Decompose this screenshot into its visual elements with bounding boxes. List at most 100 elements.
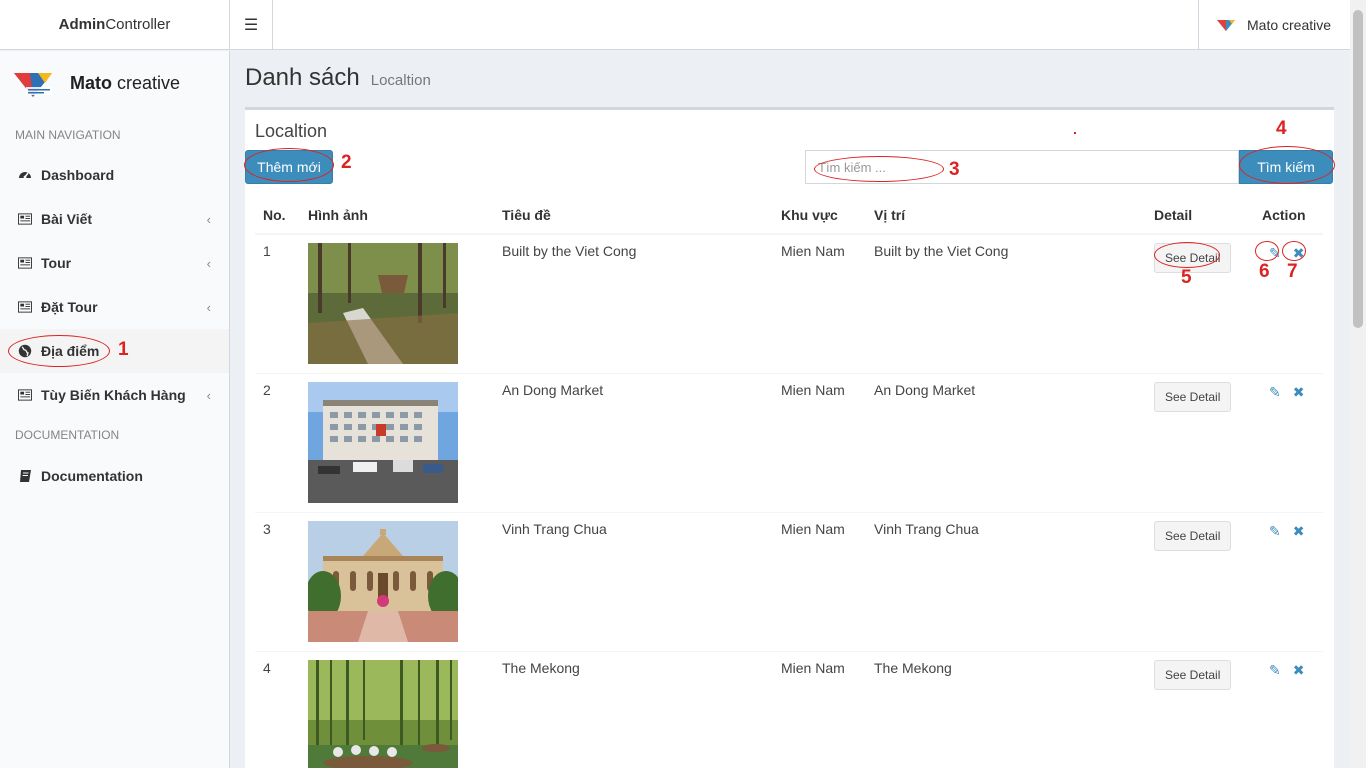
sidebar: Mato creative MAIN NAVIGATION Dashboard … bbox=[0, 51, 230, 768]
page-subtitle: Localtion bbox=[370, 72, 431, 89]
hamburger-icon: ☰ bbox=[243, 17, 259, 34]
sidebar-item-label: Tùy Biến Khách Hàng bbox=[41, 387, 186, 403]
cell-location: Vinh Trang Chua bbox=[866, 511, 1146, 651]
pagoda-photo bbox=[308, 520, 458, 642]
sidebar-item-label: Documentation bbox=[41, 468, 143, 484]
cell-detail: See Detail bbox=[1146, 233, 1254, 373]
add-new-button[interactable]: Thêm mới bbox=[245, 150, 333, 184]
table-row: 3 Vinh Trang Chua Mien Nam Vinh Trang Ch… bbox=[255, 511, 1323, 651]
cell-region: Mien Nam bbox=[773, 511, 866, 651]
sidebar-item-tour[interactable]: Tour ‹ bbox=[0, 241, 229, 285]
delete-x-icon[interactable]: ✖ bbox=[1293, 385, 1305, 399]
documentation-header: DOCUMENTATION bbox=[15, 427, 120, 442]
see-detail-button[interactable]: See Detail bbox=[1154, 659, 1232, 690]
cell-action: ✎ ✖ bbox=[1254, 511, 1323, 651]
scrollbar-thumb[interactable] bbox=[1353, 10, 1363, 328]
content-header: Danh sách Localtion bbox=[245, 64, 431, 92]
newspaper-icon bbox=[18, 388, 32, 402]
cell-image bbox=[300, 650, 494, 768]
sidebar-item-tuy-bien-khach-hang[interactable]: Tùy Biến Khách Hàng ‹ bbox=[0, 373, 229, 417]
see-detail-button[interactable]: See Detail bbox=[1154, 381, 1232, 412]
location-box: Localtion Thêm mới Tìm kiếm ... Tìm kiếm… bbox=[245, 107, 1334, 768]
see-detail-button[interactable]: See Detail bbox=[1154, 243, 1232, 273]
search-input[interactable]: Tìm kiếm ... bbox=[805, 150, 1239, 184]
newspaper-icon bbox=[18, 300, 32, 314]
edit-pencil-icon[interactable]: ✎ bbox=[1269, 524, 1281, 538]
cell-image bbox=[300, 233, 494, 373]
chevron-left-icon: ‹ bbox=[206, 388, 211, 403]
column-header-detail: Detail bbox=[1146, 196, 1254, 235]
column-header-location: Vị trí bbox=[866, 196, 1146, 235]
cell-title: The Mekong bbox=[494, 650, 773, 768]
chevron-left-icon: ‹ bbox=[206, 256, 211, 271]
dashboard-icon bbox=[18, 168, 32, 182]
annotation-dot bbox=[1074, 132, 1076, 134]
cell-region: Mien Nam bbox=[773, 650, 866, 768]
globe-icon bbox=[18, 344, 32, 358]
cell-action: ✎ ✖ bbox=[1254, 233, 1323, 373]
cell-detail: See Detail bbox=[1146, 372, 1254, 512]
sidebar-item-dia-diem[interactable]: Địa điểm bbox=[0, 329, 229, 373]
newspaper-icon bbox=[18, 212, 32, 226]
cell-title: Vinh Trang Chua bbox=[494, 511, 773, 651]
edit-pencil-icon[interactable]: ✎ bbox=[1269, 246, 1281, 260]
brand-logo-icon bbox=[14, 73, 52, 97]
table-header-row: No. Hình ảnh Tiêu đề Khu vực Vị trí Deta… bbox=[255, 196, 1323, 235]
cell-no: 3 bbox=[255, 511, 300, 651]
app-logo[interactable]: Admin Controller bbox=[0, 0, 230, 50]
cell-location: Built by the Viet Cong bbox=[866, 233, 1146, 373]
sidebar-item-dat-tour[interactable]: Đặt Tour ‹ bbox=[0, 285, 229, 329]
cell-region: Mien Nam bbox=[773, 233, 866, 373]
cell-detail: See Detail bbox=[1146, 511, 1254, 651]
sidebar-item-label: Bài Viết bbox=[41, 211, 93, 227]
edit-pencil-icon[interactable]: ✎ bbox=[1269, 385, 1281, 399]
sidebar-item-label: Dashboard bbox=[41, 167, 115, 183]
column-header-title: Tiêu đề bbox=[494, 196, 773, 235]
see-detail-button[interactable]: See Detail bbox=[1154, 520, 1232, 551]
delete-x-icon[interactable]: ✖ bbox=[1293, 524, 1305, 538]
mekong-boat-photo bbox=[308, 659, 458, 768]
forest-trench-photo bbox=[308, 243, 458, 364]
cell-action: ✎ ✖ bbox=[1254, 372, 1323, 512]
book-icon bbox=[18, 469, 32, 483]
main-navigation-header: MAIN NAVIGATION bbox=[15, 128, 121, 142]
column-header-image: Hình ảnh bbox=[300, 196, 494, 235]
logo-rest: Controller bbox=[105, 16, 171, 33]
chevron-left-icon: ‹ bbox=[206, 212, 211, 227]
table-row: 4 The Mekong Mien Nam The Mekong See Det… bbox=[255, 650, 1323, 768]
cell-location: The Mekong bbox=[866, 650, 1146, 768]
sidebar-item-documentation[interactable]: Documentation bbox=[0, 454, 229, 498]
table-row: 1 Built by the Viet Cong Mien Nam Built … bbox=[255, 233, 1323, 373]
edit-pencil-icon[interactable]: ✎ bbox=[1269, 663, 1281, 677]
sidebar-item-bai-viet[interactable]: Bài Viết ‹ bbox=[0, 197, 229, 241]
cell-region: Mien Nam bbox=[773, 372, 866, 512]
cell-action: ✎ ✖ bbox=[1254, 650, 1323, 768]
delete-x-icon[interactable]: ✖ bbox=[1293, 663, 1305, 677]
page-scrollbar[interactable] bbox=[1350, 0, 1366, 768]
column-header-action: Action bbox=[1254, 196, 1323, 235]
top-navbar: ☰ Mato creative bbox=[230, 0, 1350, 50]
cell-no: 4 bbox=[255, 650, 300, 768]
cell-no: 2 bbox=[255, 372, 300, 512]
sidebar-toggle-button[interactable]: ☰ bbox=[230, 0, 273, 50]
search-button[interactable]: Tìm kiếm bbox=[1239, 150, 1333, 184]
logo-bold: Admin bbox=[58, 16, 106, 33]
chevron-left-icon: ‹ bbox=[206, 300, 211, 315]
delete-x-icon[interactable]: ✖ bbox=[1293, 246, 1305, 260]
sidebar-brand: Mato creative bbox=[0, 51, 229, 115]
page-title: Danh sách bbox=[245, 64, 360, 91]
user-menu[interactable]: Mato creative bbox=[1198, 0, 1350, 50]
sidebar-item-label: Tour bbox=[41, 255, 72, 271]
column-header-region: Khu vực bbox=[773, 196, 866, 235]
newspaper-icon bbox=[18, 256, 32, 270]
user-name: Mato creative bbox=[1247, 17, 1332, 33]
brand-diamond-icon bbox=[1217, 20, 1235, 31]
sidebar-item-label: Đặt Tour bbox=[41, 299, 98, 315]
sidebar-item-label: Địa điểm bbox=[41, 343, 100, 359]
cell-location: An Dong Market bbox=[866, 372, 1146, 512]
sidebar-item-dashboard[interactable]: Dashboard bbox=[0, 153, 229, 197]
brand-name: Mato creative bbox=[70, 72, 181, 93]
cell-title: An Dong Market bbox=[494, 372, 773, 512]
cell-detail: See Detail bbox=[1146, 650, 1254, 768]
location-table-wrap: No. Hình ảnh Tiêu đề Khu vực Vị trí Deta… bbox=[255, 196, 1323, 768]
